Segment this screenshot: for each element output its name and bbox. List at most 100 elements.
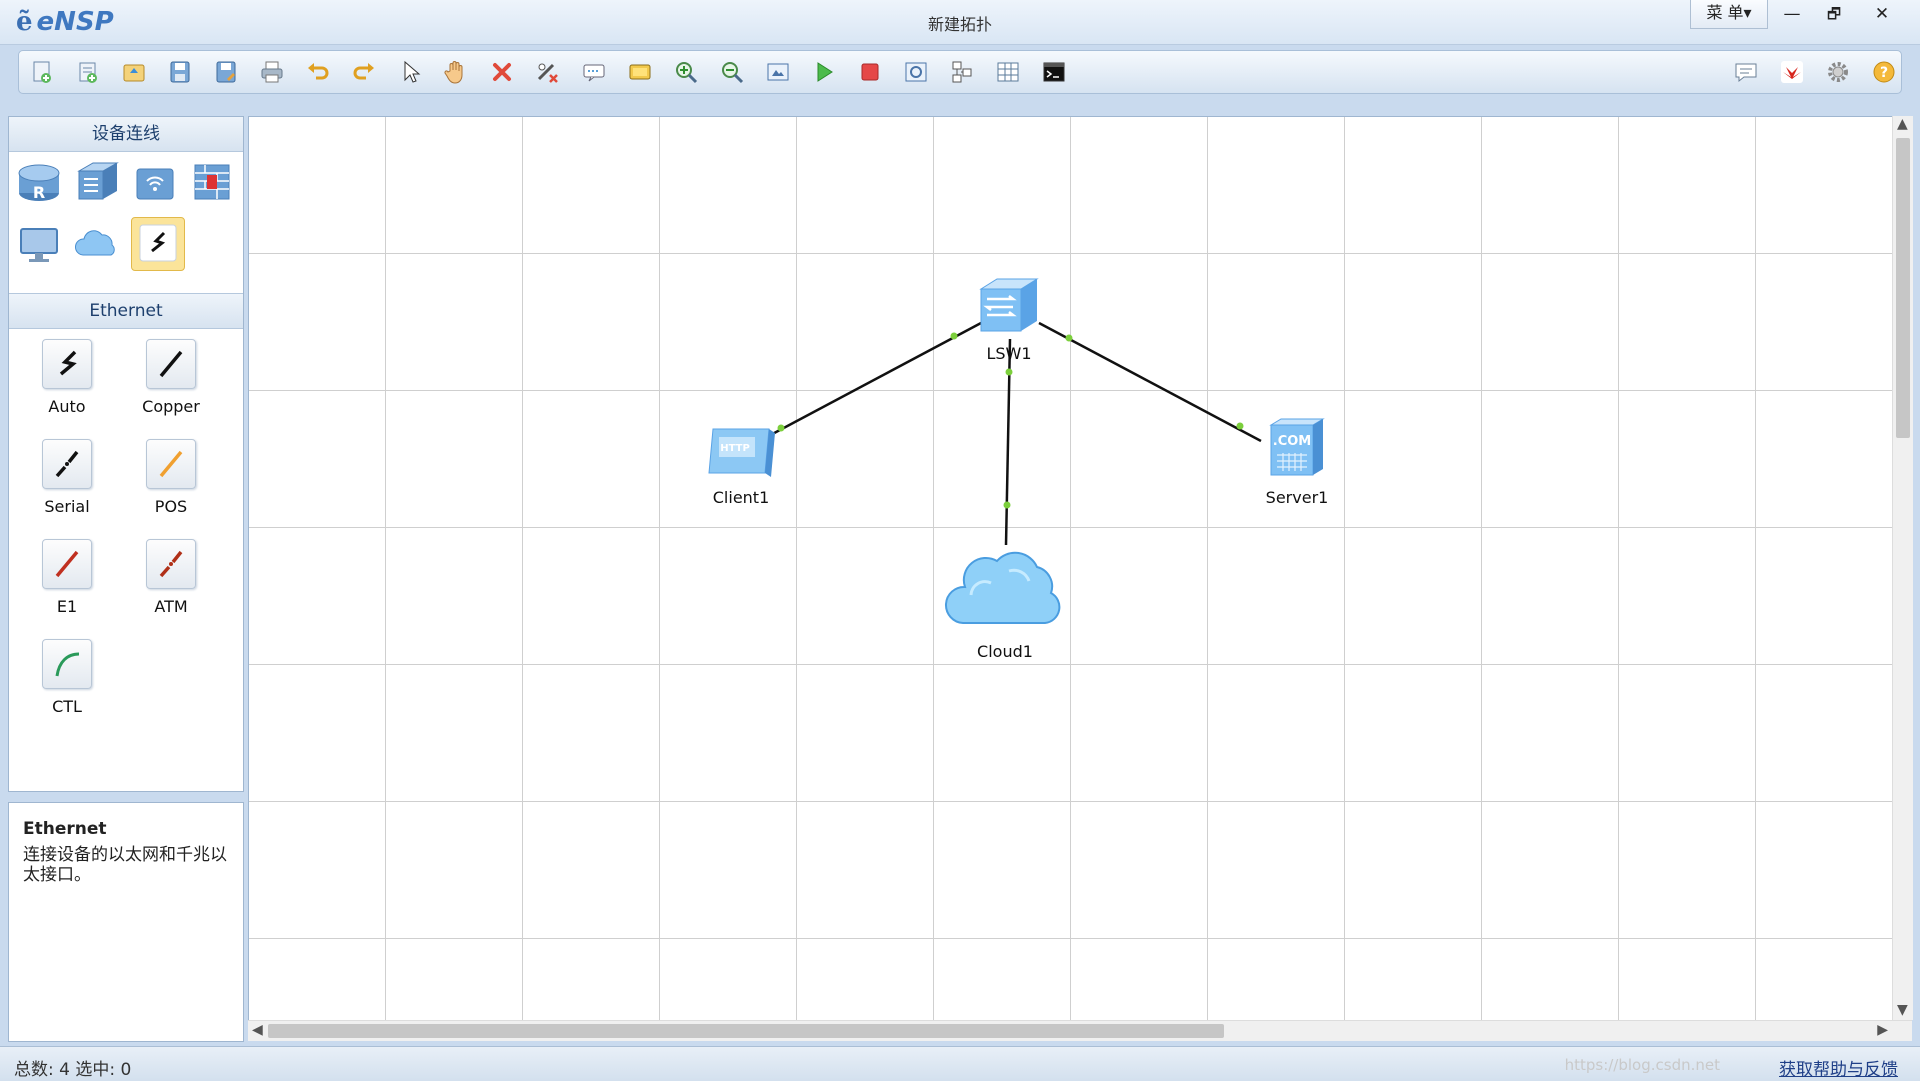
window-title: 新建拓扑 — [927, 15, 992, 34]
scroll-down-icon[interactable]: ▼ — [1897, 1002, 1908, 1018]
cable-label: ATM — [154, 597, 188, 616]
undo-icon[interactable] — [305, 59, 331, 85]
wlan-icon[interactable] — [131, 159, 179, 205]
restore-button[interactable]: 🗗 — [1814, 0, 1854, 28]
text-note-icon[interactable] — [581, 59, 607, 85]
server-badge: .COM — [1273, 434, 1311, 449]
cable-icon[interactable] — [131, 217, 185, 271]
scroll-right-icon[interactable]: ▶ — [1877, 1022, 1888, 1038]
new-example-icon[interactable] — [75, 59, 101, 85]
topology-icon[interactable] — [949, 59, 975, 85]
svg-text:?: ? — [1880, 65, 1888, 81]
cable-pos[interactable]: POS — [131, 439, 211, 535]
cloud-icon — [944, 551, 1061, 624]
cable-serial[interactable]: Serial — [27, 439, 107, 535]
close-button[interactable]: ✕ — [1862, 0, 1902, 28]
fit-view-icon[interactable] — [765, 59, 791, 85]
cable-panel-header: Ethernet — [9, 293, 243, 329]
node-lsw1[interactable]: LSW1 — [969, 275, 1049, 363]
capture-icon[interactable] — [903, 59, 929, 85]
scroll-left-icon[interactable]: ◀ — [252, 1022, 263, 1038]
node-server1[interactable]: .COM Server1 — [1249, 415, 1345, 507]
http-client-icon: HTTP — [708, 428, 775, 477]
pos-cable-icon — [146, 439, 196, 489]
vertical-scroll-thumb[interactable] — [1896, 138, 1910, 438]
link-lsw1-server1[interactable] — [1038, 321, 1262, 443]
switch-icon[interactable] — [73, 159, 121, 205]
main-menu-button[interactable]: 菜 单▾ — [1690, 0, 1768, 29]
port-dot — [1003, 501, 1011, 509]
open-icon[interactable] — [121, 59, 147, 85]
new-topology-icon[interactable] — [29, 59, 55, 85]
info-description: 连接设备的以太网和千兆以太接口。 — [23, 845, 227, 885]
zoom-in-icon[interactable] — [673, 59, 699, 85]
minimize-button[interactable]: — — [1772, 0, 1812, 28]
info-panel: Ethernet 连接设备的以太网和千兆以太接口。 — [8, 802, 244, 1042]
cable-e1[interactable]: E1 — [27, 539, 107, 635]
cable-label: Auto — [48, 397, 86, 416]
toolbar: ? — [18, 50, 1902, 94]
grid-icon[interactable] — [995, 59, 1021, 85]
help-icon[interactable]: ? — [1871, 59, 1897, 85]
watermark: https://blog.csdn.net — [1564, 1056, 1720, 1074]
cloud-icon[interactable] — [73, 221, 121, 267]
port-dot — [950, 332, 958, 340]
node-client1[interactable]: HTTP Client1 — [693, 423, 789, 507]
e1-cable-icon — [42, 539, 92, 589]
firewall-icon[interactable] — [189, 159, 237, 205]
port-dot — [1005, 368, 1013, 376]
web-server-icon: .COM — [1269, 418, 1325, 476]
chat-icon[interactable] — [1733, 59, 1759, 85]
save-icon[interactable] — [167, 59, 193, 85]
pc-terminal-icon[interactable] — [15, 221, 63, 267]
status-bar: 总数: 4 选中: 0 https://blog.csdn.net 获取帮助与反… — [0, 1046, 1920, 1081]
palette-icon[interactable] — [627, 59, 653, 85]
node-label: LSW1 — [986, 344, 1032, 363]
port-dot — [1065, 334, 1073, 342]
huawei-logo-icon[interactable] — [1779, 59, 1805, 85]
stop-device-icon[interactable] — [857, 59, 883, 85]
title-bar: ẽ eNSP 新建拓扑 菜 单▾ — 🗗 ✕ — [0, 0, 1920, 45]
status-counts: 总数: 4 选中: 0 — [14, 1060, 132, 1080]
terminal-icon[interactable] — [1041, 59, 1067, 85]
router-icon[interactable]: R — [15, 159, 63, 205]
delete-icon[interactable] — [489, 59, 515, 85]
scroll-up-icon[interactable]: ▲ — [1897, 116, 1908, 132]
port-dot — [1236, 422, 1244, 430]
node-label: Cloud1 — [977, 642, 1033, 661]
delete-link-icon[interactable] — [535, 59, 561, 85]
device-panel-header: 设备连线 — [9, 117, 243, 152]
cable-label: CTL — [52, 697, 82, 716]
horizontal-scrollbar[interactable]: ◀ ▶ — [248, 1020, 1912, 1041]
start-device-icon[interactable] — [811, 59, 837, 85]
client-badge: HTTP — [720, 443, 750, 454]
cable-atm[interactable]: ATM — [131, 539, 211, 635]
horizontal-scroll-thumb[interactable] — [268, 1024, 1224, 1038]
topology-canvas[interactable]: LSW1 HTTP Client1 .COM Server1 Cloud1 — [248, 116, 1894, 1022]
node-label: Client1 — [712, 488, 770, 507]
cable-copper[interactable]: Copper — [131, 339, 211, 435]
atm-cable-icon — [146, 539, 196, 589]
redo-icon[interactable] — [351, 59, 377, 85]
ctl-cable-icon — [42, 639, 92, 689]
cable-label: POS — [154, 497, 188, 516]
switch-icon — [979, 278, 1039, 332]
hand-pan-icon[interactable] — [443, 59, 469, 85]
select-pointer-icon[interactable] — [397, 59, 423, 85]
cable-auto[interactable]: Auto — [27, 339, 107, 435]
cable-ctl[interactable]: CTL — [27, 639, 107, 735]
settings-icon[interactable] — [1825, 59, 1851, 85]
print-icon[interactable] — [259, 59, 285, 85]
node-cloud1[interactable]: Cloud1 — [941, 537, 1069, 661]
vertical-scrollbar[interactable]: ▲ ▼ — [1892, 116, 1913, 1020]
help-feedback-link[interactable]: 获取帮助与反馈 — [1779, 1055, 1898, 1080]
svg-text:R: R — [33, 183, 45, 202]
zoom-out-icon[interactable] — [719, 59, 745, 85]
cable-label: Copper — [142, 397, 200, 416]
link-layer — [762, 321, 1262, 546]
node-label: Server1 — [1265, 488, 1329, 507]
info-title: Ethernet — [23, 819, 107, 839]
link-lsw1-client1[interactable] — [762, 321, 982, 441]
auto-cable-icon — [42, 339, 92, 389]
save-as-icon[interactable] — [213, 59, 239, 85]
